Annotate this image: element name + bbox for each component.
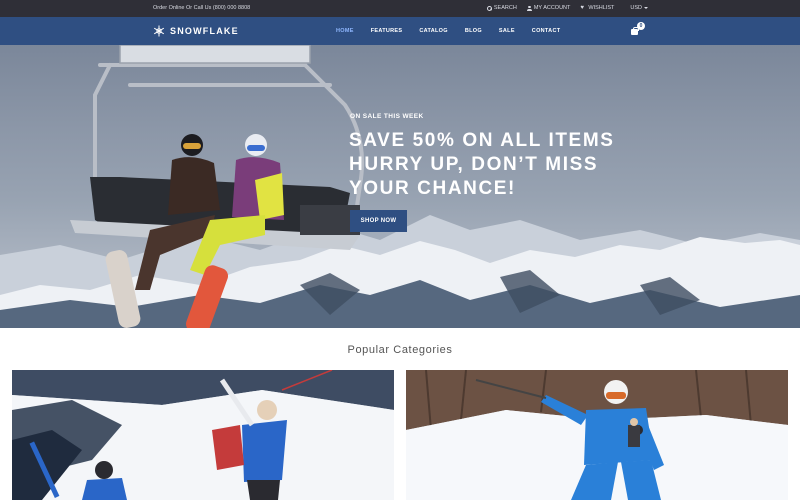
chevron-down-icon [644,7,648,9]
category-image-skiers-uphill [12,370,394,500]
hero-headline-line-3: YOUR CHANCE! [349,178,516,199]
nav-item-catalog[interactable]: CATALOG [419,28,447,34]
category-card-right[interactable] [406,370,788,500]
top-bar-links: SEARCH MY ACCOUNT ♥ WISHLIST USD [486,4,648,12]
my-account-link[interactable]: MY ACCOUNT [526,5,571,11]
hero-headline-line-2: HURRY UP, DON’T MISS [349,154,599,175]
top-bar: Order Online Or Call Us (800) 000 8808 S… [0,0,800,17]
cart-icon-body [631,29,638,35]
nav-menu: HOME FEATURES CATALOG BLOG SALE CONTACT [336,28,577,34]
cart-count-badge: 0 [637,22,645,30]
snowflake-logo-icon [153,25,165,37]
shop-now-button[interactable]: SHOP NOW [350,210,407,232]
logo-text: SNOWFLAKE [170,26,239,36]
search-link[interactable]: SEARCH [486,5,517,11]
hero-headline: SAVE 50% ON ALL ITEMS HURRY UP, DON’T MI… [349,129,669,201]
search-icon [486,5,492,11]
hero-headline-line-1: SAVE 50% ON ALL ITEMS [349,130,615,151]
my-account-label: MY ACCOUNT [533,5,571,11]
popular-categories-title: Popular Categories [347,344,453,356]
category-card-left[interactable] [12,370,394,500]
phone-contact-text: Order Online Or Call Us (800) 000 8808 [153,5,251,11]
heart-icon: ♥ [580,4,584,11]
cart-button[interactable]: 0 [629,22,645,37]
wishlist-label: WISHLIST [588,5,615,11]
nav-item-contact[interactable]: CONTACT [532,28,561,34]
nav-item-blog[interactable]: BLOG [465,28,482,34]
wishlist-link[interactable]: ♥ WISHLIST [580,4,615,12]
site-logo[interactable]: SNOWFLAKE [153,25,239,37]
hero-eyebrow: ON SALE THIS WEEK [350,113,424,120]
search-label: SEARCH [493,5,517,11]
nav-item-features[interactable]: FEATURES [371,28,403,34]
main-navigation: SNOWFLAKE HOME FEATURES CATALOG BLOG SAL… [0,17,800,45]
nav-item-home[interactable]: HOME [336,28,354,34]
hero-banner: ON SALE THIS WEEK SAVE 50% ON ALL ITEMS … [0,45,800,328]
currency-selector[interactable]: USD [630,5,648,11]
currency-label: USD [630,5,642,11]
nav-item-sale[interactable]: SALE [499,28,515,34]
user-icon [526,5,532,11]
category-image-skier-downhill [406,370,788,500]
